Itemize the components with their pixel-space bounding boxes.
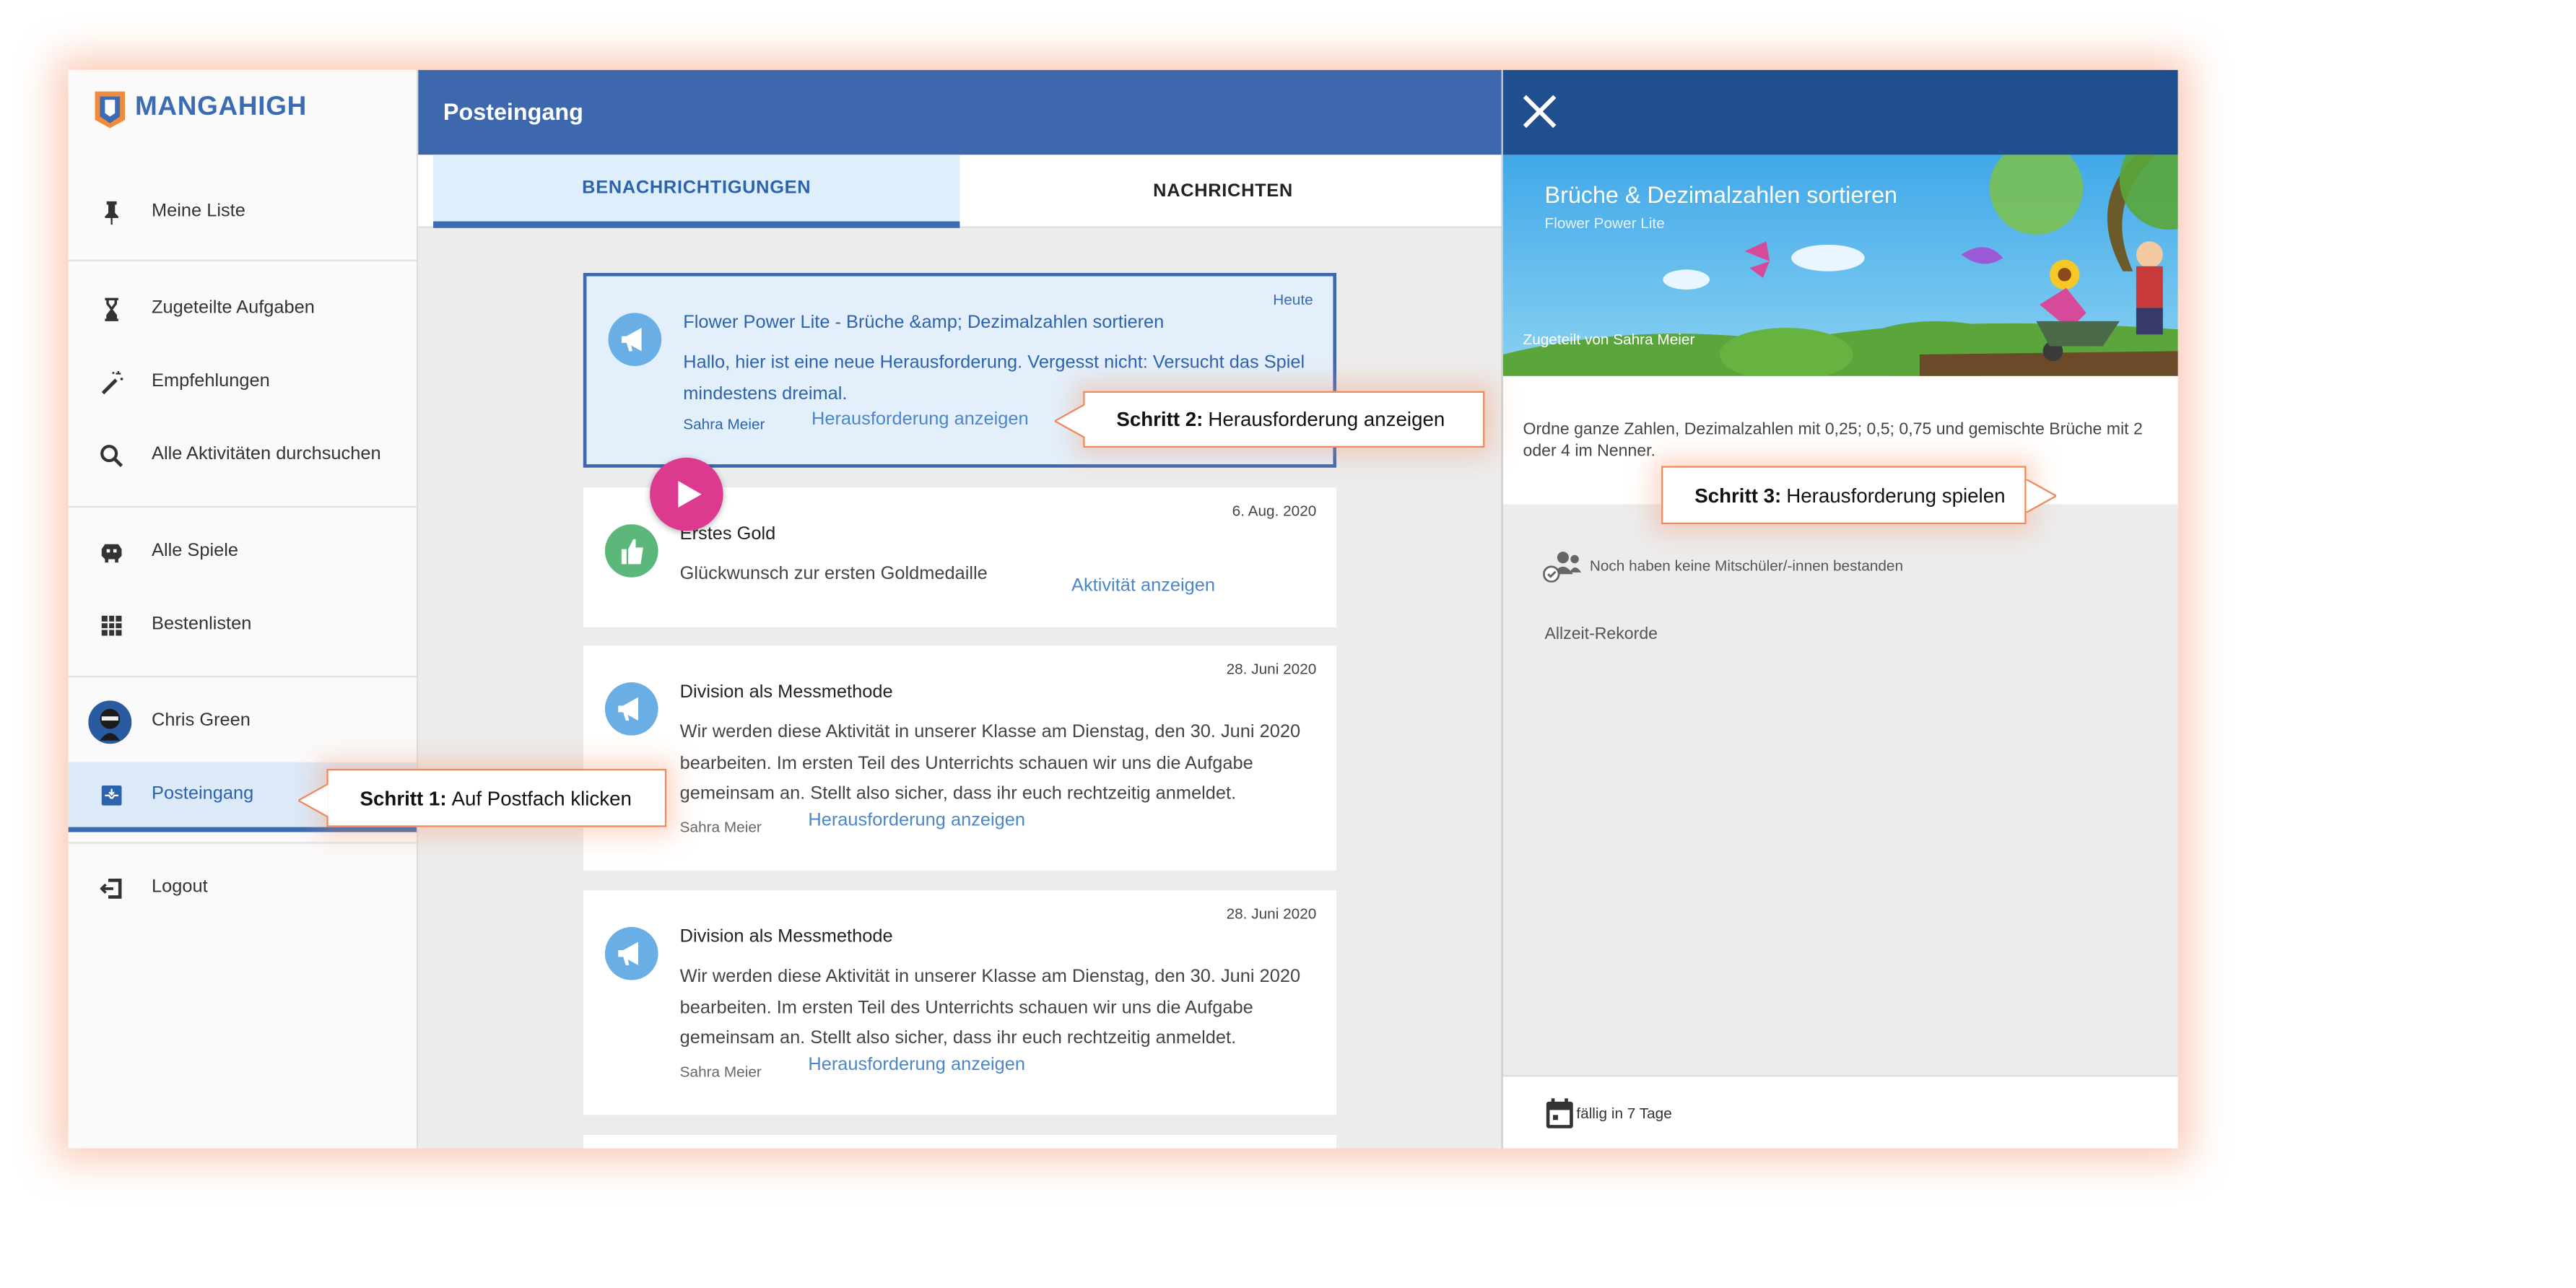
- callout-text: Herausforderung spielen: [1786, 483, 2006, 507]
- callout-text: Auf Postfach klicken: [451, 786, 632, 810]
- card-title: Division als Messmethode: [679, 682, 893, 702]
- callout-arrow: [298, 783, 328, 817]
- detail-header: [1502, 69, 2178, 155]
- tab-nachrichten[interactable]: NACHRICHTEN: [960, 155, 1486, 227]
- megaphone-icon: [608, 313, 662, 367]
- app-window: MANGAHIGH Meine Liste Zugeteilte Aufgabe…: [68, 69, 2178, 1149]
- megaphone-icon: [604, 682, 658, 736]
- inbox-header: Posteingang: [418, 69, 1502, 155]
- classmates-icon: [1543, 552, 1582, 583]
- callout-step-3: Schritt 3: Herausforderung spielen: [1661, 466, 2057, 525]
- magic-wand-icon: [101, 371, 123, 395]
- sidebar-item-profile[interactable]: Chris Green: [69, 689, 417, 755]
- inbox-tabs: BENACHRICHTIGUNGEN NACHRICHTEN: [418, 155, 1502, 228]
- callout-step-label: Schritt 1:: [360, 786, 447, 810]
- search-icon: [100, 445, 123, 468]
- sidebar-item-empfehlungen[interactable]: Empfehlungen: [69, 349, 417, 416]
- mangahigh-logo[interactable]: MANGAHIGH: [92, 87, 307, 130]
- megaphone-icon: [604, 926, 658, 980]
- sidebar-item-meine-liste[interactable]: Meine Liste: [69, 180, 417, 246]
- view-challenge-link[interactable]: Herausforderung anzeigen: [808, 1055, 1025, 1075]
- logo-text: MANGAHIGH: [134, 93, 307, 122]
- view-challenge-link[interactable]: Herausforderung anzeigen: [811, 409, 1029, 430]
- sidebar-item-bestenlisten[interactable]: Bestenlisten: [69, 593, 417, 659]
- leaderboard-icon: [101, 615, 122, 636]
- card-sender: Sahra Meier: [683, 416, 765, 433]
- view-activity-link[interactable]: Aktivität anzeigen: [1071, 576, 1215, 596]
- logout-icon: [100, 879, 122, 899]
- card-date: 28. Juni 2020: [1226, 661, 1317, 678]
- callout-step-label: Schritt 2:: [1116, 407, 1204, 431]
- callout-arrow: [2026, 479, 2057, 513]
- due-date: fällig in 7 Tage: [1576, 1105, 1672, 1122]
- card-date: 28. Juni 2020: [1226, 905, 1317, 922]
- user-avatar: [88, 700, 132, 744]
- sidebar-item-label: Meine Liste: [152, 201, 245, 222]
- game-description: Ordne ganze Zahlen, Dezimalzahlen mit 0,…: [1523, 421, 2143, 461]
- card-date: Heute: [1273, 291, 1313, 308]
- callout-step-1: Schritt 1: Auf Postfach klicken: [298, 768, 667, 827]
- tab-benachrichtigungen[interactable]: BENACHRICHTIGUNGEN: [433, 155, 960, 228]
- card-title: Division als Messmethode: [679, 926, 893, 947]
- sidebar-item-alle-aktivitaeten[interactable]: Alle Aktivitäten durchsuchen: [69, 422, 417, 489]
- thumbs-up-icon: [604, 524, 658, 578]
- card-body: Glückwunsch zur ersten Goldmedaille: [679, 564, 988, 585]
- close-icon[interactable]: [1520, 92, 1559, 131]
- sidebar-item-logout[interactable]: Logout: [69, 856, 417, 922]
- challenge-detail-panel: Brüche & Dezimalzahlen sortieren Flower …: [1501, 69, 2178, 1149]
- card-sender: Sahra Meier: [679, 819, 762, 836]
- divider: [68, 842, 417, 844]
- card-body: Wir werden diese Aktivität in unserer Kl…: [679, 967, 1301, 1049]
- sidebar-item-label: Chris Green: [152, 710, 251, 731]
- play-icon: [678, 481, 702, 508]
- sidebar-item-label: Alle Aktivitäten durchsuchen: [152, 444, 381, 465]
- game-title: Brüche & Dezimalzahlen sortieren: [1544, 181, 1898, 209]
- sidebar-item-label: Posteingang: [152, 783, 254, 804]
- game-icon: [101, 544, 122, 563]
- notification-card[interactable]: 28. Juni 2020 Division als Messmethode W…: [583, 645, 1337, 871]
- hourglass-icon: [105, 297, 118, 321]
- card-body: Wir werden diese Aktivität in unserer Kl…: [679, 722, 1301, 804]
- divider: [68, 675, 417, 678]
- divider: [68, 505, 417, 508]
- logo-icon: [95, 91, 126, 129]
- sidebar-item-label: Bestenlisten: [152, 614, 252, 635]
- sidebar-item-alle-spiele[interactable]: Alle Spiele: [69, 519, 417, 586]
- notification-card[interactable]: 28. Juni 2020 Division als Messmethode W…: [583, 890, 1337, 1115]
- card-date: 6. Aug. 2020: [1232, 502, 1317, 520]
- notification-card[interactable]: [583, 1135, 1337, 1149]
- callout-step-label: Schritt 3:: [1694, 483, 1782, 507]
- divider: [68, 259, 417, 261]
- calendar-icon: [1546, 1098, 1573, 1128]
- callout-arrow: [1054, 404, 1085, 438]
- view-challenge-link[interactable]: Herausforderung anzeigen: [808, 811, 1025, 831]
- page-title: Posteingang: [443, 97, 583, 125]
- card-sender: Sahra Meier: [679, 1063, 762, 1080]
- sidebar-item-label: Zugeteilte Aufgaben: [152, 297, 315, 318]
- sidebar-item-label: Logout: [152, 876, 208, 897]
- assigned-by: Zugeteilt von Sahra Meier: [1523, 331, 1695, 348]
- all-time-records-label: Allzeit-Rekorde: [1544, 625, 1658, 645]
- callout-step-2: Schritt 2: Herausforderung anzeigen: [1054, 391, 1485, 448]
- sidebar-item-zugeteilte-aufgaben[interactable]: Zugeteilte Aufgaben: [69, 277, 417, 343]
- pin-icon: [105, 201, 118, 225]
- callout-text: Herausforderung anzeigen: [1208, 407, 1445, 431]
- sidebar-item-label: Alle Spiele: [152, 541, 239, 561]
- game-subtitle: Flower Power Lite: [1544, 214, 1665, 232]
- inbox-panel: Posteingang BENACHRICHTIGUNGEN NACHRICHT…: [418, 69, 1502, 1149]
- sidebar: MANGAHIGH Meine Liste Zugeteilte Aufgabe…: [68, 69, 419, 1149]
- game-banner: Brüche & Dezimalzahlen sortieren Flower …: [1502, 155, 2178, 376]
- card-title: Flower Power Lite - Brüche &amp; Dezimal…: [683, 313, 1165, 333]
- inbox-icon: [101, 785, 122, 806]
- detail-footer: fällig in 7 Tage: [1502, 1075, 2178, 1149]
- no-classmates-text: Noch haben keine Mitschüler/-innen besta…: [1589, 557, 1904, 575]
- sidebar-item-label: Empfehlungen: [152, 371, 270, 391]
- play-button[interactable]: [650, 457, 723, 531]
